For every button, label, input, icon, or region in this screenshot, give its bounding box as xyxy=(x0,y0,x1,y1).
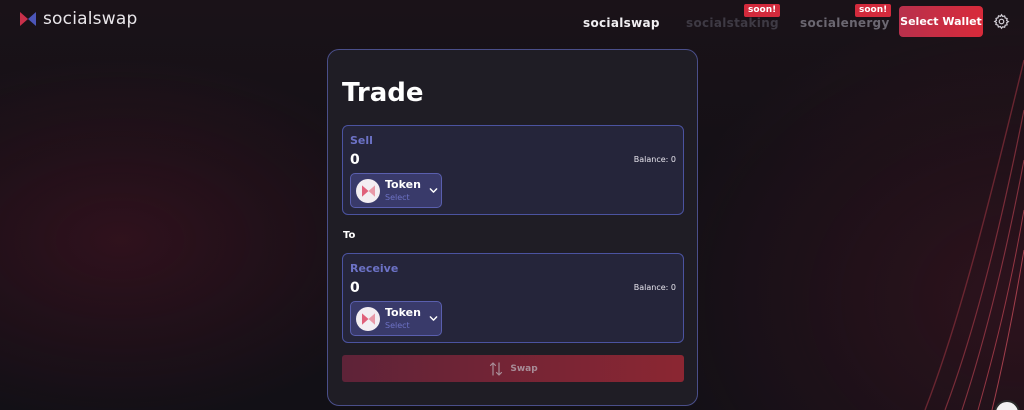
top-bar: socialswap socialswap socialstaking soon… xyxy=(0,0,1024,44)
nav-item-socialstaking[interactable]: socialstaking xyxy=(686,16,779,30)
sell-panel: Sell 0 Balance: 0 Token Select xyxy=(342,125,684,215)
swap-label: Swap xyxy=(510,363,538,374)
soon-badge: soon! xyxy=(855,4,892,17)
nav-item-socialswap[interactable]: socialswap xyxy=(583,16,660,30)
gear-icon[interactable] xyxy=(993,13,1010,30)
soon-badge: soon! xyxy=(744,4,781,17)
page-title: Trade xyxy=(342,78,424,108)
swap-arrows-icon xyxy=(490,361,503,376)
sell-balance: Balance: 0 xyxy=(633,155,676,164)
token-icon xyxy=(356,179,380,203)
sell-token-select[interactable]: Token Select xyxy=(350,173,442,208)
receive-token-select[interactable]: Token Select xyxy=(350,301,442,336)
chevron-down-icon xyxy=(429,188,438,193)
receive-balance: Balance: 0 xyxy=(633,283,676,292)
select-wallet-button[interactable]: Select Wallet xyxy=(899,6,983,37)
receive-label: Receive xyxy=(350,262,399,275)
sell-label: Sell xyxy=(350,134,373,147)
nav-item-socialenergy[interactable]: socialenergy xyxy=(800,16,890,30)
token-select-hint: Select xyxy=(385,193,410,202)
chevron-down-icon xyxy=(429,316,438,321)
token-name: Token xyxy=(385,178,421,191)
swap-button[interactable]: Swap xyxy=(342,355,684,382)
to-label: To xyxy=(343,230,356,241)
logo-icon xyxy=(20,12,36,26)
receive-amount-input[interactable]: 0 xyxy=(350,280,360,296)
token-icon xyxy=(356,307,380,331)
logo[interactable]: socialswap xyxy=(20,9,137,29)
token-select-hint: Select xyxy=(385,321,410,330)
token-name: Token xyxy=(385,306,421,319)
help-button[interactable] xyxy=(994,400,1020,410)
sell-amount-input[interactable]: 0 xyxy=(350,152,360,168)
app-name: socialswap xyxy=(43,9,138,29)
trade-card: Trade Sell 0 Balance: 0 Token Select To … xyxy=(327,49,698,406)
receive-panel: Receive 0 Balance: 0 Token Select xyxy=(342,253,684,343)
